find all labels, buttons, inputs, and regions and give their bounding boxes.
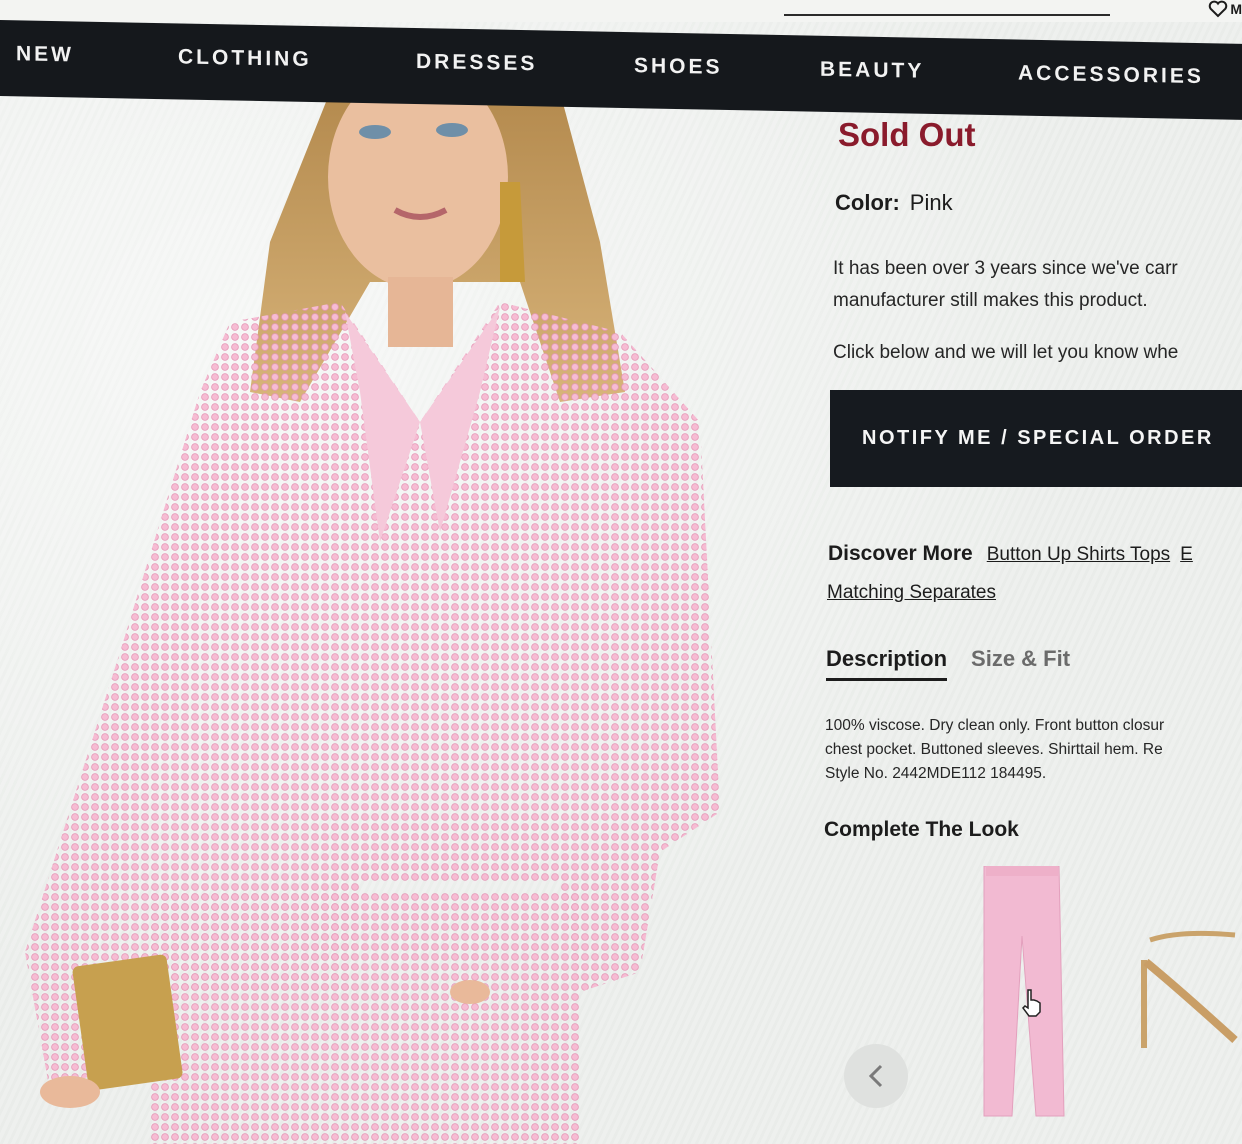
- notify-me-button[interactable]: NOTIFY ME / SPECIAL ORDER: [830, 390, 1242, 487]
- notify-prompt: Click below and we will let you know whe: [833, 342, 1179, 363]
- nav-item-clothing[interactable]: CLOTHING: [178, 45, 312, 72]
- heels-thumbnail: [1141, 930, 1238, 1048]
- discover-label: Discover More: [828, 542, 973, 565]
- chevron-left-icon: [868, 1064, 883, 1088]
- discover-more: Discover More Button Up Shirts Tops E: [828, 542, 1203, 566]
- nav-item-shoes[interactable]: SHOES: [634, 54, 723, 80]
- stock-status: Sold Out: [838, 116, 976, 153]
- description-line: 100% viscose. Dry clean only. Front butt…: [825, 717, 1165, 734]
- color-label: Color:: [835, 190, 900, 215]
- color-value: Pink: [909, 190, 953, 215]
- product-image: [0, 92, 800, 1144]
- nav-item-dresses[interactable]: DRESSES: [416, 50, 537, 76]
- availability-text-line1: It has been over 3 years since we've car…: [833, 258, 1178, 279]
- tab-description[interactable]: Description: [826, 646, 948, 681]
- availability-text-line2: manufacturer still makes this product.: [833, 290, 1148, 311]
- complete-the-look-title: Complete The Look: [824, 818, 1019, 841]
- hand-pointer-icon: [1022, 989, 1041, 1017]
- color-row: Color: Pink: [835, 190, 953, 216]
- carousel-prev-button[interactable]: [844, 1044, 908, 1108]
- description-line: chest pocket. Buttoned sleeves. Shirttai…: [825, 741, 1163, 758]
- discover-link-button-up-shirts[interactable]: Button Up Shirts Tops: [987, 544, 1170, 565]
- discover-link-matching-separates[interactable]: Matching Separates: [827, 582, 996, 604]
- product-details: Sold Out Color: Pink It has been over 3 y…: [824, 0, 1242, 1144]
- look-item-heels[interactable]: [1140, 920, 1242, 1055]
- tab-size-fit[interactable]: Size & Fit: [971, 646, 1070, 681]
- discover-link-e[interactable]: E: [1180, 544, 1193, 565]
- style-number: Style No. 2442MDE112 184495.: [825, 765, 1047, 782]
- product-tabs: Description Size & Fit: [826, 646, 1070, 681]
- description-text: 100% viscose. Dry clean only. Front butt…: [825, 714, 1164, 786]
- nav-item-new[interactable]: NEW: [16, 42, 74, 67]
